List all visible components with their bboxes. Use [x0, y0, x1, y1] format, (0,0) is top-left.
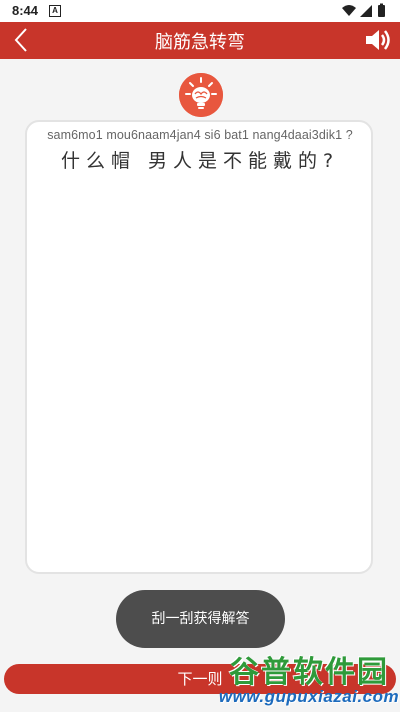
notification-badge: A — [49, 5, 61, 17]
question-pinyin: sam6mo1 mou6naam4jan4 si6 bat1 nang4daai… — [47, 128, 353, 142]
status-bar: 8:44 A — [0, 0, 400, 22]
app-bar: 脑筋急转弯 — [0, 22, 400, 59]
speaker-icon — [366, 30, 390, 50]
brain-bulb-icon — [179, 73, 223, 117]
status-icons — [342, 3, 385, 17]
watermark: 谷普软件园 www.gupuxiazai.com — [218, 645, 400, 712]
watermark-title: 谷普软件园 — [229, 655, 389, 690]
lightbulb-logo — [179, 73, 223, 117]
watermark-url: www.gupuxiazai.com — [218, 687, 400, 706]
battery-icon — [378, 5, 385, 17]
wifi-icon — [342, 5, 356, 16]
signal-icon — [360, 5, 372, 17]
sound-button[interactable] — [364, 28, 392, 52]
scratch-reveal-button[interactable]: 刮一刮获得解答 — [116, 590, 285, 648]
question-card — [25, 120, 373, 574]
question-text: 什么帽 男人是不能戴的? — [60, 150, 340, 172]
page-title: 脑筋急转弯 — [155, 32, 245, 53]
status-time: 8:44 — [12, 3, 39, 18]
